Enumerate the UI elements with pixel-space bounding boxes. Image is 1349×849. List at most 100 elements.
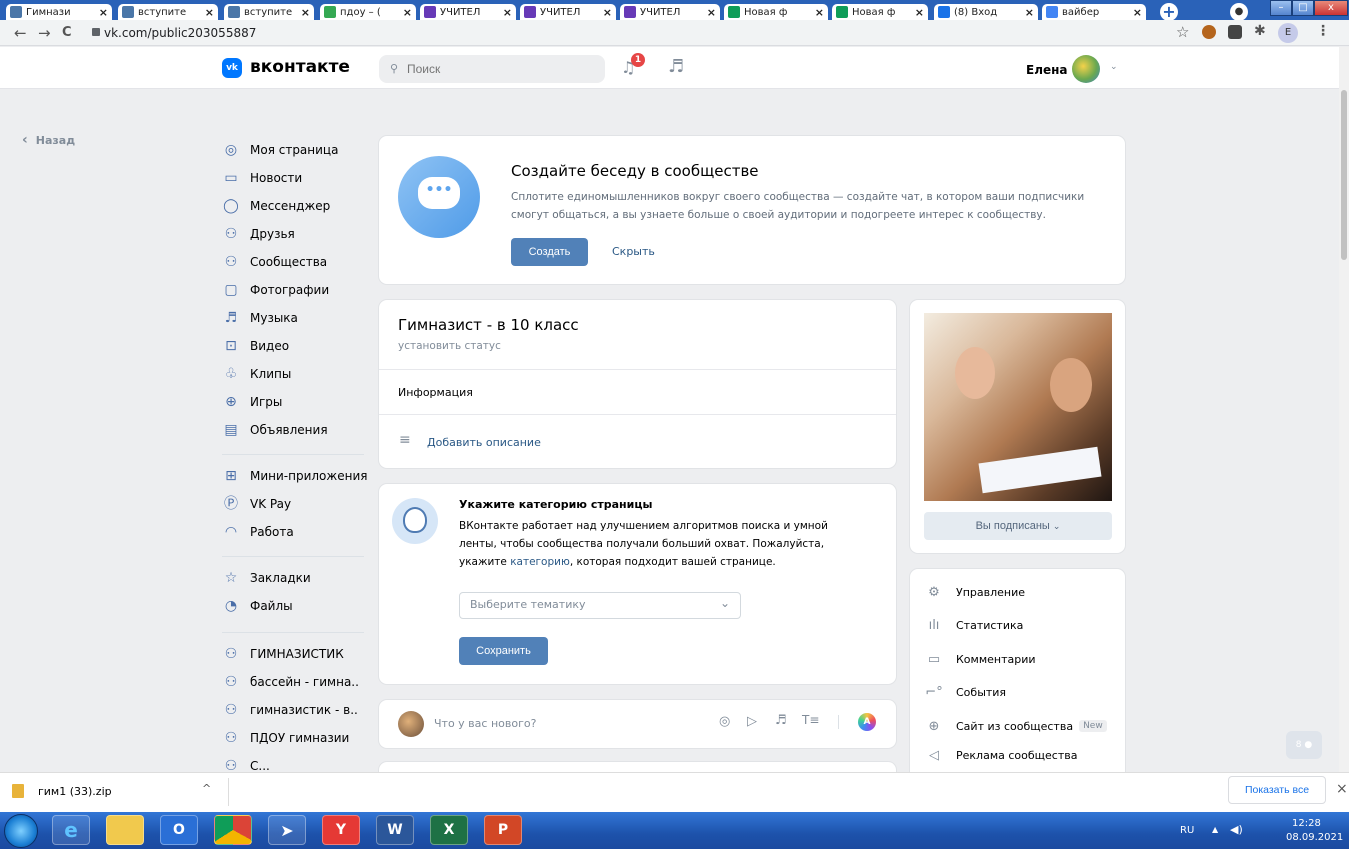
sidebar-item[interactable]: Ⓟ VK Pay [222, 494, 291, 514]
close-icon[interactable]: × [1336, 781, 1348, 797]
sidebar-item[interactable]: ◎ Моя страница [222, 140, 339, 160]
profile-icon[interactable]: ● [1230, 3, 1248, 21]
sidebar-item[interactable]: ⚇ бассейн - гимна.. [222, 672, 359, 692]
excel-icon[interactable]: X [430, 815, 468, 845]
back-link[interactable]: ‹ Назад [22, 132, 75, 148]
set-status-link[interactable]: установить статус [398, 340, 501, 352]
admin-menu-item[interactable]: ⌐° События [924, 683, 1006, 703]
sidebar-item[interactable]: ◔ Файлы [222, 596, 293, 616]
back-arrow-icon[interactable]: ← [14, 24, 27, 42]
extension-icon[interactable] [1202, 25, 1216, 39]
browser-tab[interactable]: УЧИТЕЛ × [420, 4, 516, 20]
browser-tab[interactable]: Гимнази × [6, 4, 112, 20]
outlook-icon[interactable]: O [160, 815, 198, 845]
user-name[interactable]: Елена [1026, 63, 1068, 77]
close-tab-icon[interactable]: × [1025, 6, 1034, 19]
reload-icon[interactable]: C [62, 25, 72, 40]
admin-menu-item[interactable]: ılı Статистика [924, 616, 1024, 636]
yandex-icon[interactable]: Y [322, 815, 360, 845]
admin-menu-item[interactable]: ⚙ Управление [924, 582, 1025, 602]
browser-tab[interactable]: вайбер × [1042, 4, 1146, 20]
minimize-button[interactable]: – [1270, 0, 1292, 16]
sidebar-item[interactable]: ⚇ ГИМНАЗИСТИК [222, 644, 344, 664]
category-link[interactable]: категорию [510, 556, 570, 568]
music-icon[interactable]: ♬ [775, 713, 787, 728]
save-category-button[interactable]: Сохранить [459, 637, 548, 665]
sidebar-item[interactable]: ◠ Работа [222, 522, 294, 542]
close-tab-icon[interactable]: × [707, 6, 716, 19]
browser-tab[interactable]: пдоу – (× [320, 4, 416, 20]
info-label[interactable]: Информация [398, 386, 473, 399]
admin-menu-item[interactable]: ⊕ Сайт из сообщества New [924, 716, 1107, 736]
vk-logo-mark[interactable]: vk [222, 58, 242, 78]
close-tab-icon[interactable]: × [603, 6, 612, 19]
extension-icon[interactable] [1228, 25, 1242, 39]
browser-tab[interactable]: УЧИТЕЛ × [620, 4, 720, 20]
vk-logo-text[interactable]: вконтакте [250, 57, 350, 77]
close-tab-icon[interactable]: × [915, 6, 924, 19]
show-all-downloads-button[interactable]: Показать все [1228, 776, 1326, 804]
sidebar-item[interactable]: ◯ Мессенджер [222, 196, 330, 216]
sidebar-item[interactable]: ▭ Новости [222, 168, 302, 188]
lock-icon[interactable] [92, 28, 100, 36]
color-wheel-icon[interactable]: A [858, 713, 876, 731]
volume-icon[interactable]: ◀) [1230, 823, 1243, 836]
new-tab-button[interactable]: + [1160, 3, 1178, 21]
chevron-down-icon[interactable]: ⌄ [1110, 62, 1118, 72]
browser-tab[interactable]: (8) Вход × [934, 4, 1038, 20]
text-format-icon[interactable]: T≡ [802, 713, 819, 727]
close-tab-icon[interactable]: × [1133, 6, 1142, 19]
puzzle-icon[interactable]: ✱ [1254, 23, 1266, 39]
admin-menu-item[interactable]: ▭ Комментарии [924, 649, 1036, 669]
sidebar-item[interactable]: ⚇ Сообщества [222, 252, 327, 272]
hide-promo-button[interactable]: Скрыть [612, 245, 655, 258]
close-tab-icon[interactable]: × [403, 6, 412, 19]
sidebar-item[interactable]: ⊕ Игры [222, 392, 282, 412]
browser-tab[interactable]: Новая ф × [832, 4, 928, 20]
video-play-icon[interactable]: ▷ [747, 714, 757, 729]
chrome-icon[interactable] [214, 815, 252, 845]
tray-arrow-icon[interactable]: ▲ [1212, 825, 1218, 834]
word-icon[interactable]: W [376, 815, 414, 845]
admin-menu-item[interactable]: ◁ Реклама сообщества [924, 750, 1077, 762]
address-url[interactable]: vk.com/public203055887 [104, 26, 256, 40]
sidebar-item[interactable]: ▢ Фотографии [222, 280, 329, 300]
sidebar-item[interactable]: ♬ Музыка [222, 308, 298, 328]
start-button[interactable] [4, 814, 38, 848]
clock-date[interactable]: 08.09.2021 [1286, 832, 1343, 843]
avatar[interactable] [1072, 55, 1100, 83]
browser-tab[interactable]: УЧИТЕЛ × [520, 4, 616, 20]
account-avatar-icon[interactable]: E [1278, 23, 1298, 43]
language-indicator[interactable]: RU [1180, 825, 1194, 836]
forward-arrow-icon[interactable]: → [38, 24, 51, 42]
create-chat-button[interactable]: Создать [511, 238, 588, 266]
sidebar-item[interactable]: ⊡ Видео [222, 336, 289, 356]
close-window-button[interactable]: x [1314, 0, 1348, 16]
search-input[interactable] [379, 55, 605, 83]
sidebar-item[interactable]: ☆ Закладки [222, 568, 311, 588]
browser-tab[interactable]: Новая ф × [724, 4, 828, 20]
maximize-button[interactable]: □ [1292, 0, 1314, 16]
sidebar-item[interactable]: ▤ Объявления [222, 420, 327, 440]
arrow-app-icon[interactable]: ➤ [268, 815, 306, 845]
sidebar-item[interactable]: ⚇ гимназистик - в.. [222, 700, 358, 720]
subscribed-button[interactable]: Вы подписаны ⌄ [924, 512, 1112, 540]
close-tab-icon[interactable]: × [99, 6, 108, 19]
chevron-up-icon[interactable]: ^ [202, 782, 211, 795]
download-file-name[interactable]: гим1 (33).zip [38, 785, 112, 798]
sidebar-item[interactable]: ♧ Клипы [222, 364, 292, 384]
scrollbar-thumb[interactable] [1341, 90, 1347, 260]
floating-counter[interactable]: 8 ● [1286, 731, 1322, 759]
explorer-icon[interactable] [106, 815, 144, 845]
browser-tab[interactable]: вступите × [118, 4, 218, 20]
powerpoint-icon[interactable]: P [484, 815, 522, 845]
close-tab-icon[interactable]: × [301, 6, 310, 19]
ie-icon[interactable]: e [52, 815, 90, 845]
close-tab-icon[interactable]: × [815, 6, 824, 19]
clock-time[interactable]: 12:28 [1292, 818, 1321, 829]
bookmark-star-icon[interactable]: ☆ [1176, 23, 1189, 41]
menu-dots-icon[interactable]: ⋮ [1316, 23, 1330, 39]
sidebar-item[interactable]: ⚇ Друзья [222, 224, 295, 244]
close-tab-icon[interactable]: × [205, 6, 214, 19]
close-tab-icon[interactable]: × [503, 6, 512, 19]
